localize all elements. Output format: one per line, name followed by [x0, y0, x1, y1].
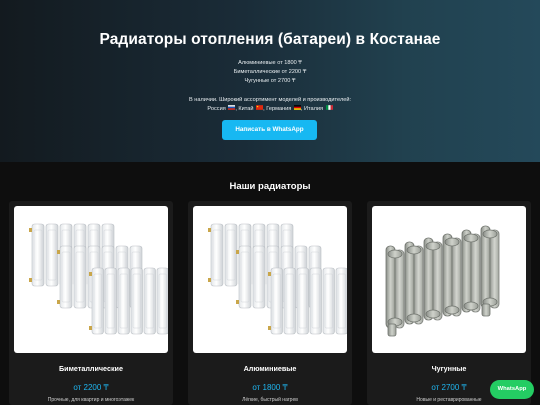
whatsapp-button[interactable]: Написать в WhatsApp	[222, 120, 317, 140]
radiator-card-aluminum[interactable]: Алюминиевые от 1800 ₸ Лёгкие, быстрый на…	[188, 201, 352, 405]
card-title: Биметаллические	[59, 364, 123, 373]
white-sectional-radiator-image	[193, 206, 347, 353]
whatsapp-float-button[interactable]: WhatsApp	[490, 380, 534, 399]
cast-iron-radiator-image	[372, 206, 526, 353]
country-russia: Россия	[207, 105, 226, 112]
section-title: Наши радиаторы	[229, 181, 311, 192]
page-title: Радиаторы отопления (батареи) в Костанае	[99, 31, 441, 48]
radiator-card-cast-iron[interactable]: Чугунные от 2700 ₸ Новые и реставрирован…	[367, 201, 531, 405]
china-flag-icon	[256, 105, 264, 110]
country-china: Китай	[238, 105, 254, 112]
card-description: Прочные, для квартир и многоэтажек	[47, 397, 135, 403]
countries-line: Россия , Китай , Германия , Италия	[0, 105, 540, 114]
price-aluminum: Алюминиевые от 1800 ₸	[238, 60, 302, 66]
price-list: Алюминиевые от 1800 ₸ Биметаллические от…	[0, 59, 540, 86]
cast-iron-radiator-drawing	[385, 225, 500, 337]
white-sectional-radiator-image	[14, 206, 168, 353]
card-title: Чугунные	[431, 364, 467, 373]
country-italy: Италия	[303, 105, 324, 112]
card-price: от 1800 ₸	[252, 383, 288, 392]
card-description: Лёгкие, быстрый нагрев	[242, 397, 298, 403]
radiator-card-bimetal[interactable]: Биметаллические от 2200 ₸ Прочные, для к…	[9, 201, 173, 405]
italy-flag-icon	[325, 105, 333, 110]
price-cast-iron: Чугунные от 2700 ₸	[244, 78, 296, 84]
availability-text: В наличии. Широкий ассортимент моделей и…	[0, 96, 540, 113]
card-price: от 2200 ₸	[73, 383, 109, 392]
country-germany: Германия	[266, 105, 292, 112]
price-bimetal: Биметаллические от 2200 ₸	[233, 69, 307, 75]
card-title: Алюминиевые	[243, 364, 297, 373]
germany-flag-icon	[293, 105, 301, 110]
russia-flag-icon	[228, 105, 236, 110]
availability-label: В наличии. Широкий ассортимент моделей и…	[188, 97, 352, 103]
hero-section: Радиаторы отопления (батареи) в Костанае…	[0, 0, 540, 162]
